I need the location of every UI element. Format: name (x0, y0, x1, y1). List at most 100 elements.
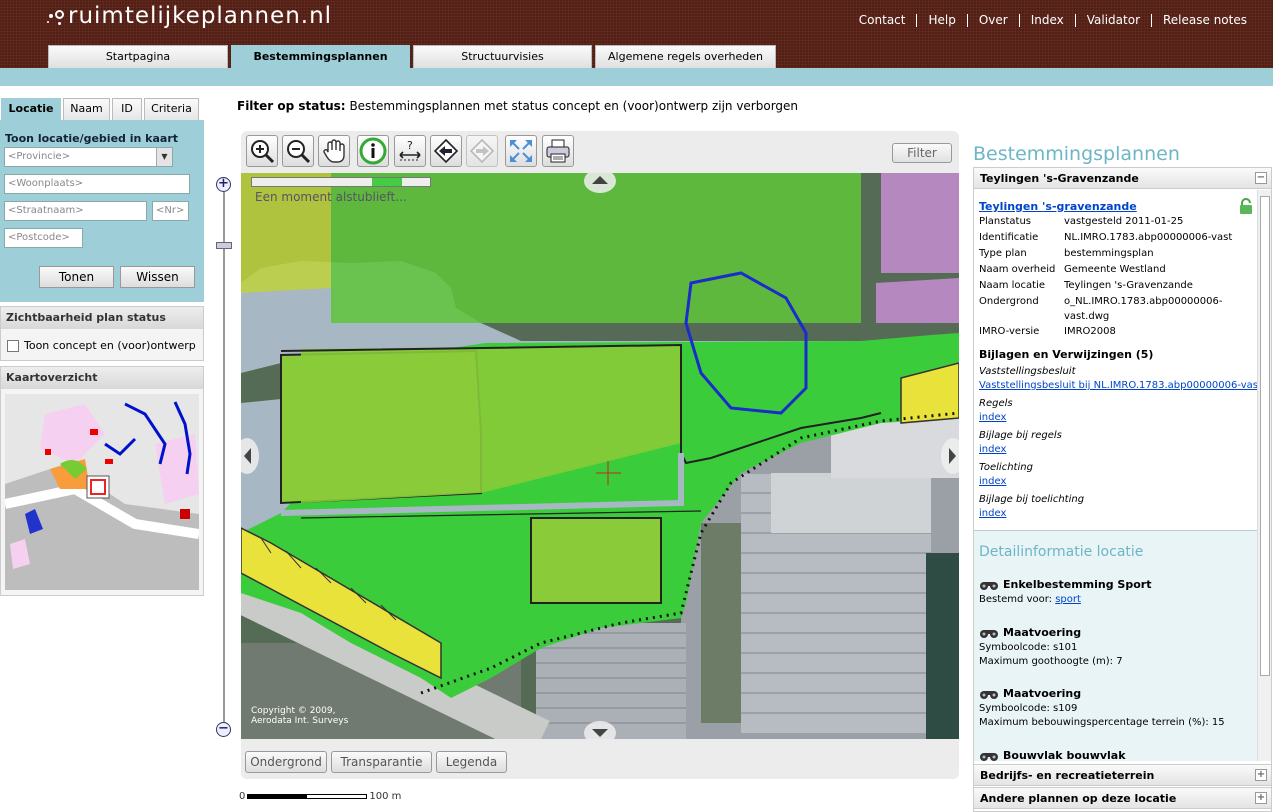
zoom-slider-track[interactable] (223, 192, 225, 722)
filter-status-label: Filter op status: (237, 99, 346, 113)
section-andere-plannen[interactable]: Andere plannen op deze locatie + (973, 787, 1272, 809)
plan-section-header[interactable]: Teylingen 's-Gravenzande − (973, 167, 1272, 189)
concept-checkbox[interactable] (7, 339, 19, 352)
forward-icon[interactable] (466, 135, 498, 167)
field-value: bestemmingsplan (1064, 248, 1154, 259)
header-band (0, 68, 1273, 86)
collapse-icon[interactable]: − (1255, 172, 1267, 184)
details-scrollbar[interactable] (1257, 190, 1271, 761)
section-bedrijfs-recreatieterrein[interactable]: Bedrijfs- en recreatieterrein + (973, 764, 1272, 786)
tab-locatie[interactable]: Locatie (1, 98, 61, 120)
svg-text:?: ? (407, 139, 413, 152)
logo-text: ruimtelijkeplannen.nl (68, 3, 333, 29)
attachment-link[interactable]: index (979, 476, 1006, 487)
location-title: Toon locatie/gebied in kaart (5, 132, 179, 145)
tab-bestemmingsplannen[interactable]: Bestemmingsplannen (231, 45, 410, 68)
expand-icon[interactable]: + (1255, 792, 1267, 804)
zoom-minus-icon[interactable]: − (216, 722, 231, 737)
map-view[interactable]: Een moment alstublieft... Copyright © 20… (241, 173, 959, 739)
zoom-plus-icon[interactable]: + (216, 177, 231, 192)
tab-naam[interactable]: Naam (63, 98, 110, 120)
top-navigation: Contact Help Over Index Validator Releas… (848, 14, 1258, 27)
pan-hand-icon[interactable] (318, 135, 350, 167)
measure-icon[interactable]: ? (394, 135, 426, 167)
field-label: Naam overheid (979, 264, 1056, 275)
nav-validator[interactable]: Validator (1074, 14, 1151, 27)
field-label: Identificatie (979, 232, 1039, 243)
zoom-slider-thumb[interactable] (216, 242, 232, 249)
field-value: o_NL.IMRO.1783.abp00000006-vast.dwg (1064, 296, 1223, 322)
ondergrond-button[interactable]: Ondergrond (245, 751, 327, 773)
clear-button[interactable]: Wissen (120, 266, 195, 288)
expand-icon[interactable]: + (1255, 769, 1267, 781)
nav-over[interactable]: Over (966, 14, 1019, 27)
field-value: vastgesteld 2011-01-25 (1064, 216, 1184, 227)
concept-checkbox-label: Toon concept en (voor)ontwerp (24, 339, 196, 352)
map-loading-progress (251, 177, 431, 187)
section-title: Andere plannen op deze locatie (980, 792, 1177, 805)
binoculars-icon (980, 630, 998, 638)
detail-info-box: Detailinformatie locatie Enkelbestemming… (974, 530, 1257, 761)
site-logo[interactable]: ruimtelijkeplannen.nl (46, 3, 332, 29)
tab-structuurvisies[interactable]: Structuurvisies (413, 45, 592, 68)
zoom-in-icon[interactable] (246, 135, 278, 167)
detail-heading: Enkelbestemming Sport (979, 578, 1151, 591)
nav-index[interactable]: Index (1018, 14, 1075, 27)
tab-algemene-regels[interactable]: Algemene regels overheden (595, 45, 776, 68)
back-icon[interactable] (430, 135, 462, 167)
visibility-box: Zichtbaarheid plan status Toon concept e… (0, 306, 204, 361)
detail-line: Symboolcode: s109 (979, 703, 1078, 714)
logo-dots-icon (46, 7, 68, 27)
overview-title: Kaartoverzicht (1, 367, 203, 389)
attachment-link[interactable]: index (979, 508, 1006, 519)
plan-name-link[interactable]: Teylingen 's-gravenzande (979, 200, 1137, 213)
city-input[interactable]: <Woonplaats> (4, 174, 190, 194)
overview-map[interactable] (5, 394, 199, 590)
field-value: Gemeente Westland (1064, 264, 1166, 275)
info-icon[interactable] (357, 135, 389, 167)
filter-status-value: Bestemmingsplannen met status concept en… (349, 99, 799, 113)
attachments-title: Bijlagen en Verwijzingen (5) (979, 348, 1154, 361)
scrollbar-thumb[interactable] (1260, 196, 1270, 676)
detail-line: Maximum bebouwingspercentage terrein (%)… (979, 717, 1225, 728)
detail-heading-text: Enkelbestemming Sport (1003, 578, 1152, 591)
full-extent-icon[interactable] (505, 135, 537, 167)
show-button[interactable]: Tonen (39, 266, 114, 288)
detail-heading-text: Maatvoering (1003, 687, 1082, 700)
nav-release-notes[interactable]: Release notes (1151, 14, 1258, 27)
detail-line: Maximum goothoogte (m): 7 (979, 656, 1123, 667)
legenda-button[interactable]: Legenda (436, 751, 507, 773)
main-tabs: Startpagina Bestemmingsplannen Structuur… (48, 45, 776, 68)
plan-details: Teylingen 's-gravenzande Planstatus vastg… (974, 190, 1257, 761)
house-number-input[interactable]: <Nr> (152, 201, 189, 221)
field-label: Ondergrond (979, 296, 1039, 307)
transparantie-button[interactable]: Transparantie (331, 751, 432, 773)
province-select[interactable]: <Provincie> ▼ (4, 147, 173, 167)
attachment-link[interactable]: index (979, 444, 1006, 455)
nav-help[interactable]: Help (916, 14, 966, 27)
visibility-title: Zichtbaarheid plan status (1, 307, 203, 329)
scale-start: 0 (239, 791, 246, 802)
nav-contact[interactable]: Contact (848, 14, 917, 27)
tab-criteria[interactable]: Criteria (144, 98, 199, 120)
location-panel: Toon locatie/gebied in kaart <Provincie>… (0, 120, 204, 302)
attachment-link[interactable]: Vaststellingsbesluit bij NL.IMRO.1783.ab… (979, 380, 1257, 391)
map-scale-bar: 0 100 m (239, 791, 401, 802)
detail-info-title: Detailinformatie locatie (979, 544, 1144, 560)
map-filter-button[interactable]: Filter (892, 143, 952, 163)
street-input[interactable]: <Straatnaam> (4, 201, 147, 221)
field-label: IMRO-versie (979, 326, 1040, 337)
map-loading-text: Een moment alstublieft... (255, 190, 407, 204)
postcode-input[interactable]: <Postcode> (4, 228, 83, 248)
section-title: Bedrijfs- en recreatieterrein (980, 769, 1155, 782)
scale-bar-graphic (247, 793, 368, 799)
tab-startpagina[interactable]: Startpagina (48, 45, 228, 68)
detail-heading-text: Bouwvlak bouwvlak (1003, 749, 1126, 761)
detail-line: Bestemd voor: sport (979, 594, 1081, 605)
sport-link[interactable]: sport (1055, 594, 1081, 605)
tab-id[interactable]: ID (112, 98, 142, 120)
attachment-label: Vaststellingsbesluit (979, 366, 1076, 377)
zoom-out-icon[interactable] (282, 135, 314, 167)
print-icon[interactable] (542, 135, 574, 167)
attachment-link[interactable]: index (979, 412, 1006, 423)
